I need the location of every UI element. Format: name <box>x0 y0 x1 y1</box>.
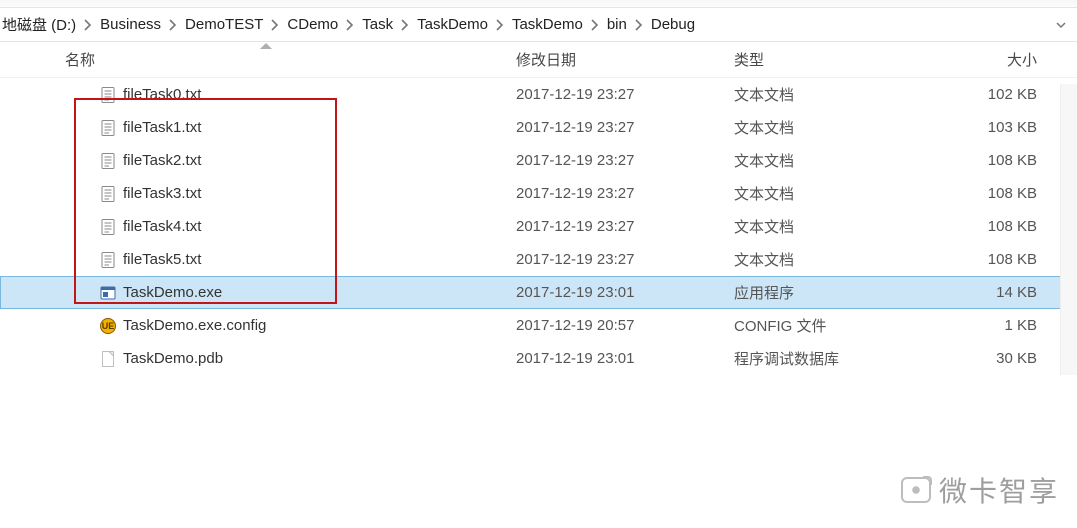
ribbon-group-strip: 组织 新建 打开 选择 <box>0 0 1077 8</box>
breadcrumb-segment[interactable]: 地磁盘 (D:) <box>0 11 78 38</box>
ribbon-label: 新建 <box>413 0 441 2</box>
file-date: 2017-12-19 23:27 <box>508 152 726 169</box>
file-row[interactable]: fileTask3.txt 2017-12-19 23:27文本文档108 KB <box>0 177 1077 210</box>
breadcrumb[interactable]: 地磁盘 (D:) Business DemoTEST CDemo Task TaskDem… <box>0 11 1055 38</box>
file-type: 文本文档 <box>726 249 908 270</box>
file-name: fileTask0.txt <box>123 86 201 103</box>
file-type: 文本文档 <box>726 117 908 138</box>
file-row[interactable]: fileTask5.txt 2017-12-19 23:27文本文档108 KB <box>0 243 1077 276</box>
file-size: 1 KB <box>908 317 1077 334</box>
column-headers[interactable]: 名称 修改日期 类型 大小 <box>0 42 1077 78</box>
breadcrumb-segment[interactable]: TaskDemo <box>415 13 490 36</box>
file-date: 2017-12-19 23:27 <box>508 119 726 136</box>
chevron-right-icon[interactable] <box>84 18 92 32</box>
file-name: TaskDemo.exe <box>123 284 222 301</box>
file-row[interactable]: fileTask4.txt 2017-12-19 23:27文本文档108 KB <box>0 210 1077 243</box>
file-name: TaskDemo.exe.config <box>123 317 266 334</box>
breadcrumb-segment[interactable]: Debug <box>649 13 697 36</box>
chevron-right-icon[interactable] <box>346 18 354 32</box>
chevron-right-icon[interactable] <box>401 18 409 32</box>
vertical-scrollbar[interactable] <box>1060 84 1077 375</box>
file-row[interactable]: fileTask0.txt 2017-12-19 23:27文本文档102 KB <box>0 78 1077 111</box>
file-type: 文本文档 <box>726 183 908 204</box>
file-date: 2017-12-19 23:27 <box>508 218 726 235</box>
file-name: fileTask5.txt <box>123 251 201 268</box>
column-header-name[interactable]: 名称 <box>0 49 508 70</box>
file-type: CONFIG 文件 <box>726 315 908 336</box>
file-type: 应用程序 <box>726 282 908 303</box>
application-icon <box>99 284 117 302</box>
sort-ascending-icon <box>260 43 272 49</box>
text-file-icon <box>99 86 117 104</box>
text-file-icon <box>99 218 117 236</box>
address-bar[interactable]: 地磁盘 (D:) Business DemoTEST CDemo Task TaskDem… <box>0 8 1077 42</box>
text-file-icon <box>99 251 117 269</box>
file-date: 2017-12-19 23:27 <box>508 185 726 202</box>
file-type: 程序调试数据库 <box>726 348 908 369</box>
file-size: 30 KB <box>908 350 1077 367</box>
chevron-right-icon[interactable] <box>635 18 643 32</box>
breadcrumb-segment[interactable]: DemoTEST <box>183 13 265 36</box>
file-name: fileTask4.txt <box>123 218 201 235</box>
file-row[interactable]: TaskDemo.exe 2017-12-19 23:01应用程序14 KB <box>0 276 1077 309</box>
file-type: 文本文档 <box>726 84 908 105</box>
file-type: 文本文档 <box>726 216 908 237</box>
chevron-right-icon[interactable] <box>496 18 504 32</box>
file-date: 2017-12-19 23:01 <box>508 284 726 301</box>
text-file-icon <box>99 119 117 137</box>
file-size: 108 KB <box>908 251 1077 268</box>
column-header-date[interactable]: 修改日期 <box>508 49 726 70</box>
chevron-right-icon[interactable] <box>271 18 279 32</box>
text-file-icon <box>99 185 117 203</box>
pdb-file-icon <box>99 350 117 368</box>
file-row[interactable]: TaskDemo.exe.config 2017-12-19 20:57CONFI… <box>0 309 1077 342</box>
file-date: 2017-12-19 23:27 <box>508 251 726 268</box>
file-name: fileTask1.txt <box>123 119 201 136</box>
breadcrumb-segment[interactable]: CDemo <box>285 13 340 36</box>
file-row[interactable]: fileTask2.txt 2017-12-19 23:27文本文档108 KB <box>0 144 1077 177</box>
chevron-right-icon[interactable] <box>169 18 177 32</box>
breadcrumb-segment[interactable]: Business <box>98 13 163 36</box>
file-size: 14 KB <box>908 284 1077 301</box>
breadcrumb-segment[interactable]: bin <box>605 13 629 36</box>
column-header-type[interactable]: 类型 <box>726 49 908 70</box>
ribbon-label: 打开 <box>606 0 634 2</box>
file-size: 102 KB <box>908 86 1077 103</box>
chevron-down-icon[interactable] <box>1055 19 1067 31</box>
file-size: 108 KB <box>908 185 1077 202</box>
file-date: 2017-12-19 23:01 <box>508 350 726 367</box>
file-list: 名称 修改日期 类型 大小 fileTask0.txt 2017-12-19 23… <box>0 42 1077 375</box>
breadcrumb-segment[interactable]: TaskDemo <box>510 13 585 36</box>
ribbon-label: 组织 <box>165 0 193 2</box>
file-row[interactable]: TaskDemo.pdb 2017-12-19 23:01程序调试数据库30 KB <box>0 342 1077 375</box>
file-date: 2017-12-19 23:27 <box>508 86 726 103</box>
file-date: 2017-12-19 20:57 <box>508 317 726 334</box>
column-header-size[interactable]: 大小 <box>908 49 1077 70</box>
file-row[interactable]: fileTask1.txt 2017-12-19 23:27文本文档103 KB <box>0 111 1077 144</box>
text-file-icon <box>99 152 117 170</box>
file-size: 108 KB <box>908 152 1077 169</box>
file-size: 103 KB <box>908 119 1077 136</box>
file-name: TaskDemo.pdb <box>123 350 223 367</box>
file-type: 文本文档 <box>726 150 908 171</box>
file-name: fileTask3.txt <box>123 185 201 202</box>
breadcrumb-segment[interactable]: Task <box>360 13 395 36</box>
config-file-icon <box>99 317 117 335</box>
ribbon-label: 选择 <box>758 0 786 2</box>
wechat-icon <box>901 477 931 503</box>
chevron-right-icon[interactable] <box>591 18 599 32</box>
file-name: fileTask2.txt <box>123 152 201 169</box>
file-size: 108 KB <box>908 218 1077 235</box>
watermark-text: 微卡智享 <box>939 470 1059 510</box>
watermark: 微卡智享 <box>901 470 1059 510</box>
